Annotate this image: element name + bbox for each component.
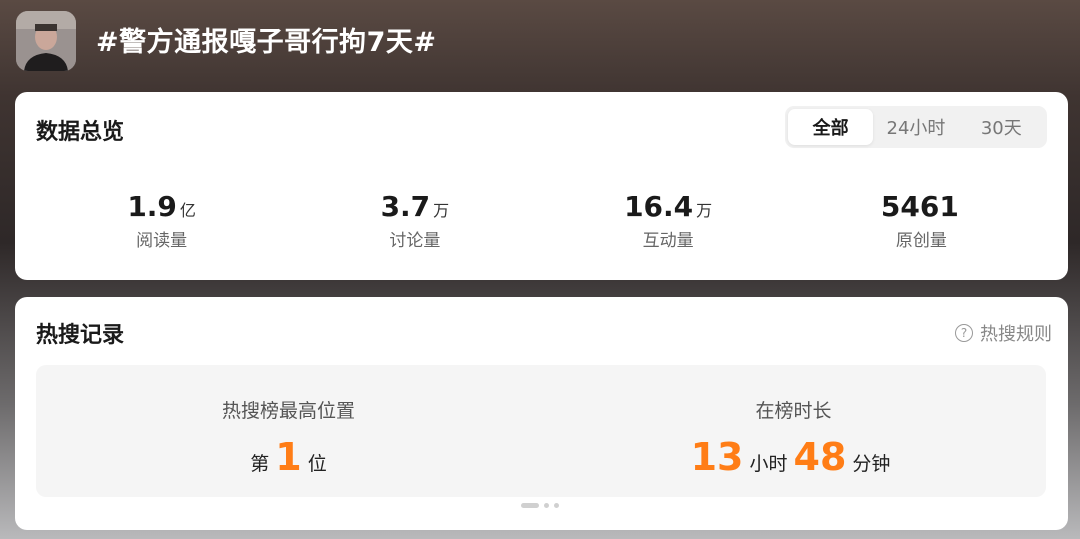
time-range-tabs: 全部 24小时 30天	[785, 106, 1047, 148]
metric-label: 讨论量	[389, 231, 441, 251]
page-indicator[interactable]	[521, 503, 559, 508]
metric-value: 16.4	[624, 190, 694, 223]
duration-minutes-value: 48	[793, 435, 847, 479]
metric-value: 1.9	[127, 190, 177, 223]
hot-search-title: 热搜记录	[36, 323, 125, 348]
peak-position-record: 热搜榜最高位置 第1位	[36, 365, 541, 497]
hot-search-rules-link[interactable]: ? 热搜规则	[955, 320, 1052, 346]
peak-position-label: 热搜榜最高位置	[221, 400, 355, 422]
metric-reads: 1.9 亿 阅读量	[35, 190, 288, 252]
metric-label: 互动量	[642, 231, 694, 251]
tab-24h[interactable]: 24小时	[873, 109, 958, 145]
question-circle-icon: ?	[955, 324, 973, 342]
topic-header: #警方通报嘎子哥行拘7天#	[0, 0, 1080, 84]
data-overview-card: 数据总览 全部 24小时 30天 1.9 亿 阅读量 3.7 万 讨论量 16.4 万…	[15, 92, 1068, 280]
metric-originals: 5461 原创量	[795, 190, 1048, 252]
metric-label: 阅读量	[136, 231, 188, 251]
topic-title: #警方通报嘎子哥行拘7天#	[96, 27, 437, 58]
rank-suffix: 位	[307, 453, 327, 475]
on-list-duration-record: 在榜时长 13 小时 48 分钟	[541, 365, 1046, 497]
user-avatar-icon[interactable]	[16, 11, 76, 71]
metrics-row: 1.9 亿 阅读量 3.7 万 讨论量 16.4 万 互动量 5461 原创量	[35, 190, 1048, 252]
metric-unit: 万	[433, 201, 450, 220]
rank-prefix: 第	[250, 453, 270, 475]
record-panel: 热搜榜最高位置 第1位 在榜时长 13 小时 48 分钟	[36, 365, 1046, 497]
metric-value: 3.7	[380, 190, 431, 223]
duration-hours-value: 13	[690, 435, 744, 479]
page-dot[interactable]	[544, 503, 549, 508]
hours-unit: 小时	[749, 453, 788, 475]
overview-title: 数据总览	[36, 120, 125, 145]
tab-all[interactable]: 全部	[788, 109, 874, 145]
metric-value: 5461	[880, 190, 959, 223]
page-dot-active[interactable]	[521, 503, 539, 508]
metric-unit: 万	[696, 201, 713, 220]
hot-search-record-card: 热搜记录 ? 热搜规则 热搜榜最高位置 第1位 在榜时长 13 小时 48 分钟	[15, 297, 1068, 530]
peak-rank-value: 1	[275, 435, 302, 479]
metric-label: 原创量	[895, 231, 947, 251]
duration-label: 在榜时长	[755, 400, 832, 422]
metric-interactions: 16.4 万 互动量	[542, 190, 795, 252]
metric-discussions: 3.7 万 讨论量	[288, 190, 541, 252]
page-dot[interactable]	[554, 503, 559, 508]
rules-label: 热搜规则	[980, 324, 1052, 345]
metric-unit: 亿	[179, 201, 196, 220]
minutes-unit: 分钟	[852, 453, 891, 475]
tab-30d[interactable]: 30天	[959, 109, 1044, 145]
